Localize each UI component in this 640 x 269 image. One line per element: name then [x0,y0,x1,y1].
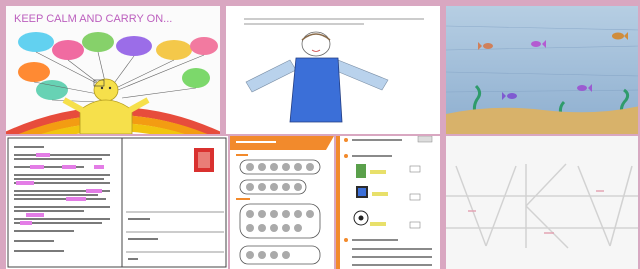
image-gallery: KEEP CALM AND CARRY ON... [0,0,640,269]
gallery-tile-rainbow-drawing[interactable]: KEEP CALM AND CARRY ON... [6,6,220,134]
items-worksheet-image [336,136,440,269]
gallery-tile-letter-worksheet[interactable] [6,136,228,269]
gallery-tile-blue-dress-drawing[interactable] [226,6,440,134]
gallery-tile-pencil-drawing[interactable] [446,136,640,269]
gallery-tile-items-worksheet[interactable] [336,136,440,269]
rainbow-drawing-image: KEEP CALM AND CARRY ON... [6,6,220,134]
gallery-tile-orange-worksheet[interactable] [230,136,334,269]
pencil-drawing-image [446,136,640,269]
gallery-tile-underwater-painting[interactable] [446,6,640,134]
orange-worksheet-image [230,136,334,269]
blue-dress-drawing-image [226,6,440,134]
letter-worksheet-image [6,136,228,269]
drawing-heading: KEEP CALM AND CARRY ON... [14,13,172,25]
underwater-painting-image [446,6,640,134]
